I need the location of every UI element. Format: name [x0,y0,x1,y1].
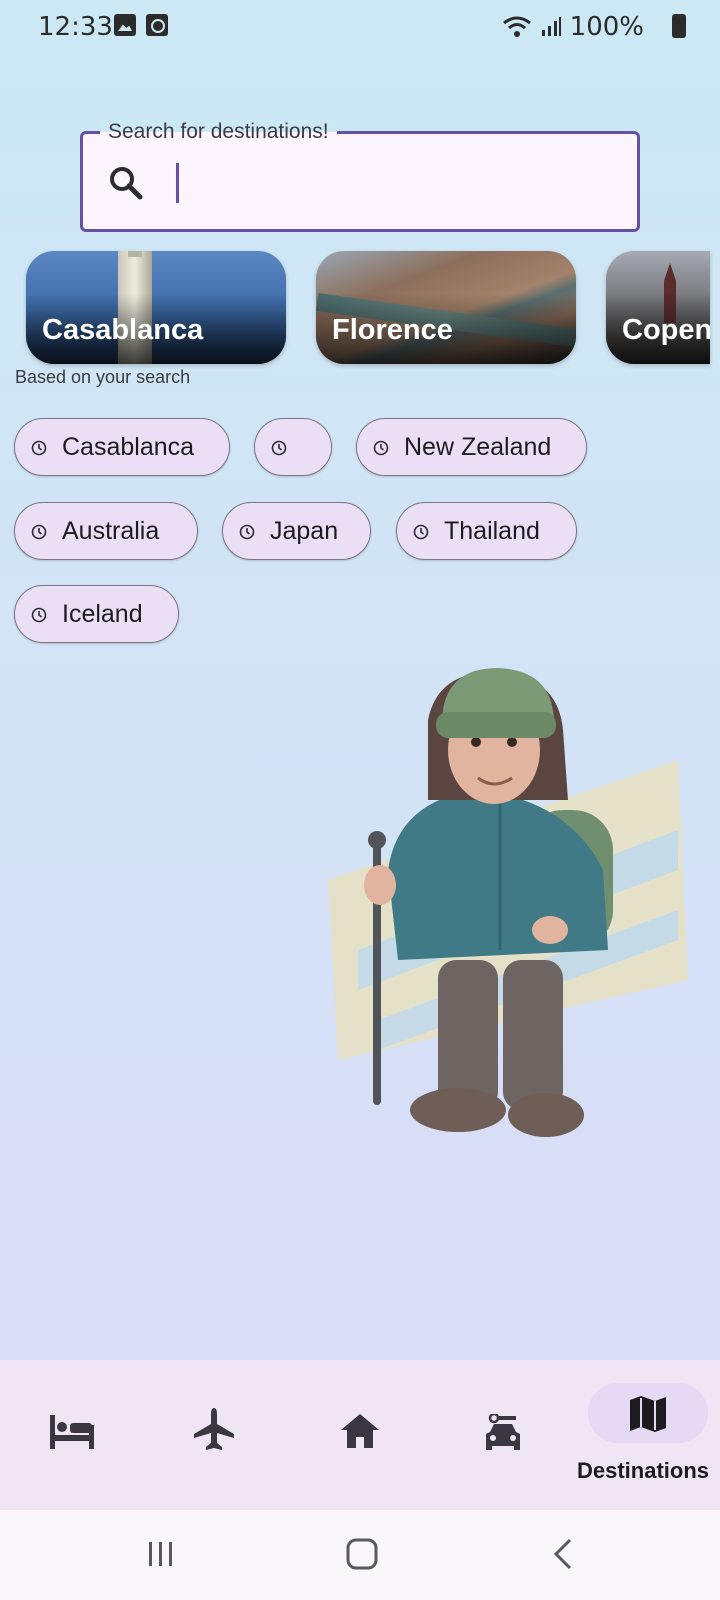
recent-chip[interactable]: Japan [222,502,371,560]
nav-item-flights[interactable] [174,1380,258,1490]
recent-chip[interactable] [254,418,332,476]
suggestions-caption: Based on your search [15,367,191,387]
chip-label: Thailand [444,517,540,545]
signal-icon [541,17,561,36]
car-icon [486,1414,520,1450]
status-bar: 12:33 100% [0,0,720,54]
recent-chip[interactable]: Thailand [396,502,577,560]
hiker-illustration [328,668,688,1137]
wifi-icon [502,16,531,37]
search-label: Search for destinations! [100,120,337,144]
recent-chip[interactable]: New Zealand [356,418,587,476]
system-navigation-bar [0,1510,720,1600]
nav-item-hotels[interactable] [30,1380,114,1490]
chip-label: Australia [62,517,160,545]
destination-card-copenhagen[interactable]: Copen [606,251,710,364]
history-icon [373,440,389,456]
nav-label-destinations: Destinations [577,1458,710,1483]
recent-chip[interactable]: Australia [14,502,198,560]
recent-chip[interactable]: Iceland [14,585,179,643]
text-cursor [176,163,179,203]
history-icon [271,440,287,456]
notification-icons [114,14,168,36]
back-icon[interactable] [553,1538,573,1570]
history-icon [31,440,47,456]
clock-notification-icon [146,14,168,36]
battery-icon [672,14,686,38]
history-icon [31,607,47,623]
airplane-icon [194,1408,234,1450]
chip-label: Japan [270,517,339,545]
bed-icon [50,1415,94,1449]
photo-notification-icon [114,14,136,36]
search-input[interactable] [176,160,610,206]
destination-card-casablanca[interactable]: Casablanca [26,251,286,364]
status-right: 100% [502,12,670,42]
status-time: 12:33 [38,12,113,42]
history-icon [413,524,429,540]
recent-chip[interactable]: Casablanca [14,418,230,476]
search-icon[interactable] [106,163,146,203]
chip-label: Iceland [62,600,143,628]
history-icon [31,524,47,540]
recent-apps-icon[interactable] [147,1540,175,1568]
battery-percent: 100% [569,12,644,42]
map-icon [630,1396,666,1432]
home-button-icon[interactable] [346,1538,378,1570]
destination-card-label: Casablanca [42,314,204,346]
destination-card-florence[interactable]: Florence [316,251,576,364]
nav-item-cars[interactable] [462,1380,546,1490]
history-icon [239,524,255,540]
destination-card-label: Florence [332,314,453,346]
chip-label: New Zealand [404,433,552,461]
destination-card-label: Copen [622,314,710,346]
home-icon [341,1414,379,1448]
nav-item-home[interactable] [318,1380,402,1490]
chip-label: Casablanca [62,433,195,461]
